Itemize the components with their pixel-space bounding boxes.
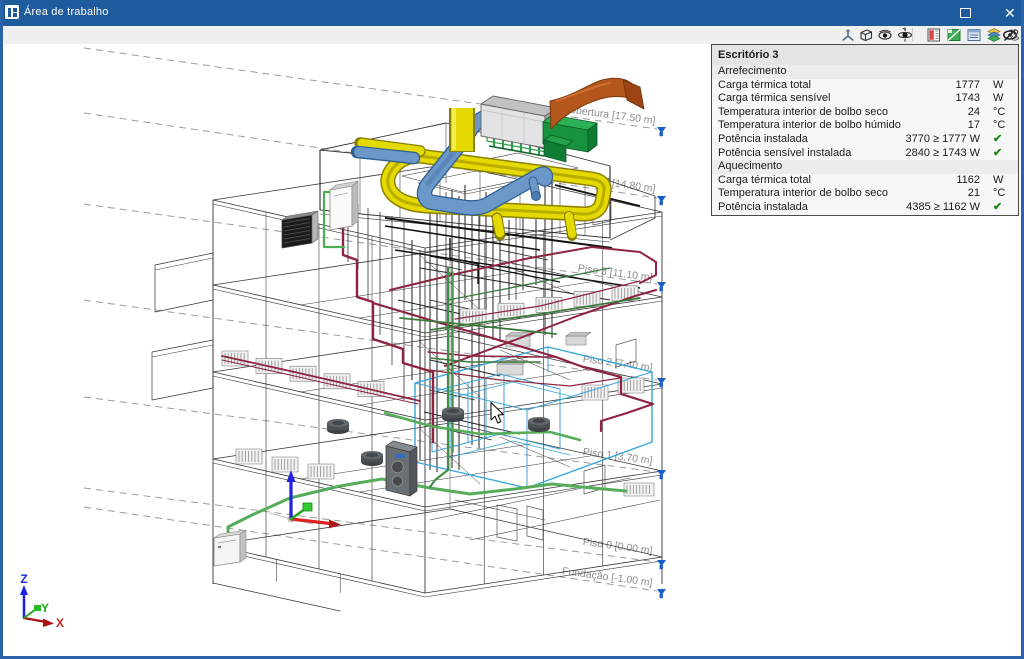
svg-text:3D: 3D bbox=[1009, 28, 1019, 37]
svg-text:X: X bbox=[56, 616, 64, 630]
svg-text:Z: Z bbox=[20, 572, 27, 586]
svg-text:Piso 0 [0.00 m]: Piso 0 [0.00 m] bbox=[582, 536, 653, 557]
svg-text:Y: Y bbox=[41, 601, 49, 615]
svg-text:Fundação [-1.00 m]: Fundação [-1.00 m] bbox=[561, 565, 653, 589]
